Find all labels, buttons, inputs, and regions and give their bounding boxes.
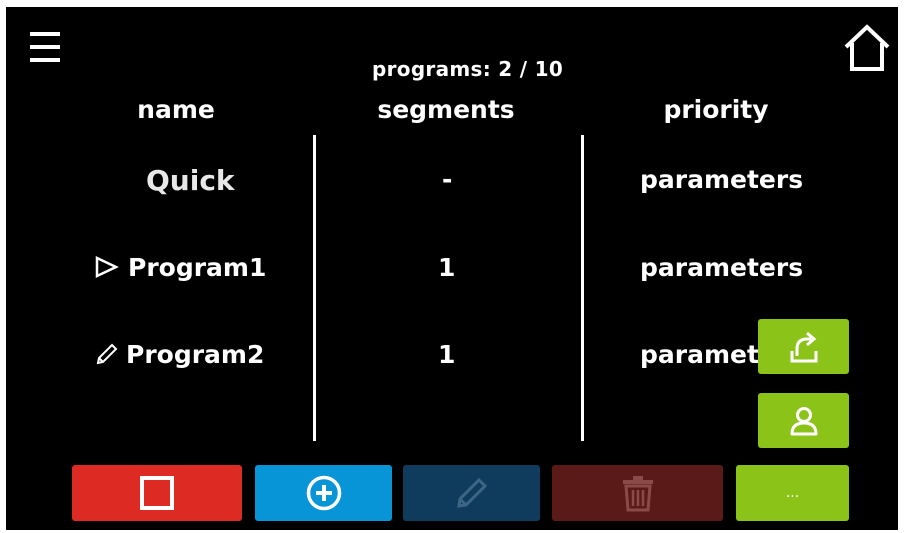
home-icon[interactable] <box>842 23 892 73</box>
user-icon <box>790 406 817 435</box>
delete-program-button[interactable] <box>552 465 723 521</box>
program-priority[interactable]: parameters <box>640 253 803 282</box>
column-header-name: name <box>137 95 215 124</box>
column-header-segments: segments <box>377 95 515 124</box>
column-divider <box>313 135 316 441</box>
program-priority[interactable]: parameters <box>640 165 803 194</box>
more-button[interactable]: ... <box>736 465 849 521</box>
stop-square-icon <box>140 476 174 510</box>
program-segments: 1 <box>438 340 456 369</box>
program-name: Program2 <box>126 340 265 369</box>
program-segments: 1 <box>438 253 456 282</box>
play-triangle-icon <box>94 255 120 284</box>
add-program-button[interactable] <box>255 465 392 521</box>
column-divider <box>581 135 584 441</box>
edit-program-button[interactable] <box>403 465 540 521</box>
program-segments: - <box>442 165 453 194</box>
pencil-icon <box>456 477 487 508</box>
export-icon <box>790 331 817 362</box>
stop-button[interactable] <box>72 465 242 521</box>
program-row-program2[interactable]: Program2 <box>96 340 264 371</box>
column-header-priority: priority <box>663 95 769 124</box>
program-name: Program1 <box>128 253 267 282</box>
program-list-screen: programs: 2 / 10 name segments priority … <box>6 7 898 530</box>
trash-icon <box>622 476 653 512</box>
plus-circle-icon <box>306 475 341 511</box>
programs-count: programs: 2 / 10 <box>372 57 564 81</box>
more-label: ... <box>785 485 800 501</box>
export-button[interactable] <box>758 319 849 374</box>
menu-icon[interactable] <box>28 29 64 67</box>
pencil-icon <box>96 342 118 371</box>
program-name-quick[interactable]: Quick <box>146 164 235 197</box>
program-row-program1[interactable]: Program1 <box>94 253 266 284</box>
user-button[interactable] <box>758 393 849 448</box>
